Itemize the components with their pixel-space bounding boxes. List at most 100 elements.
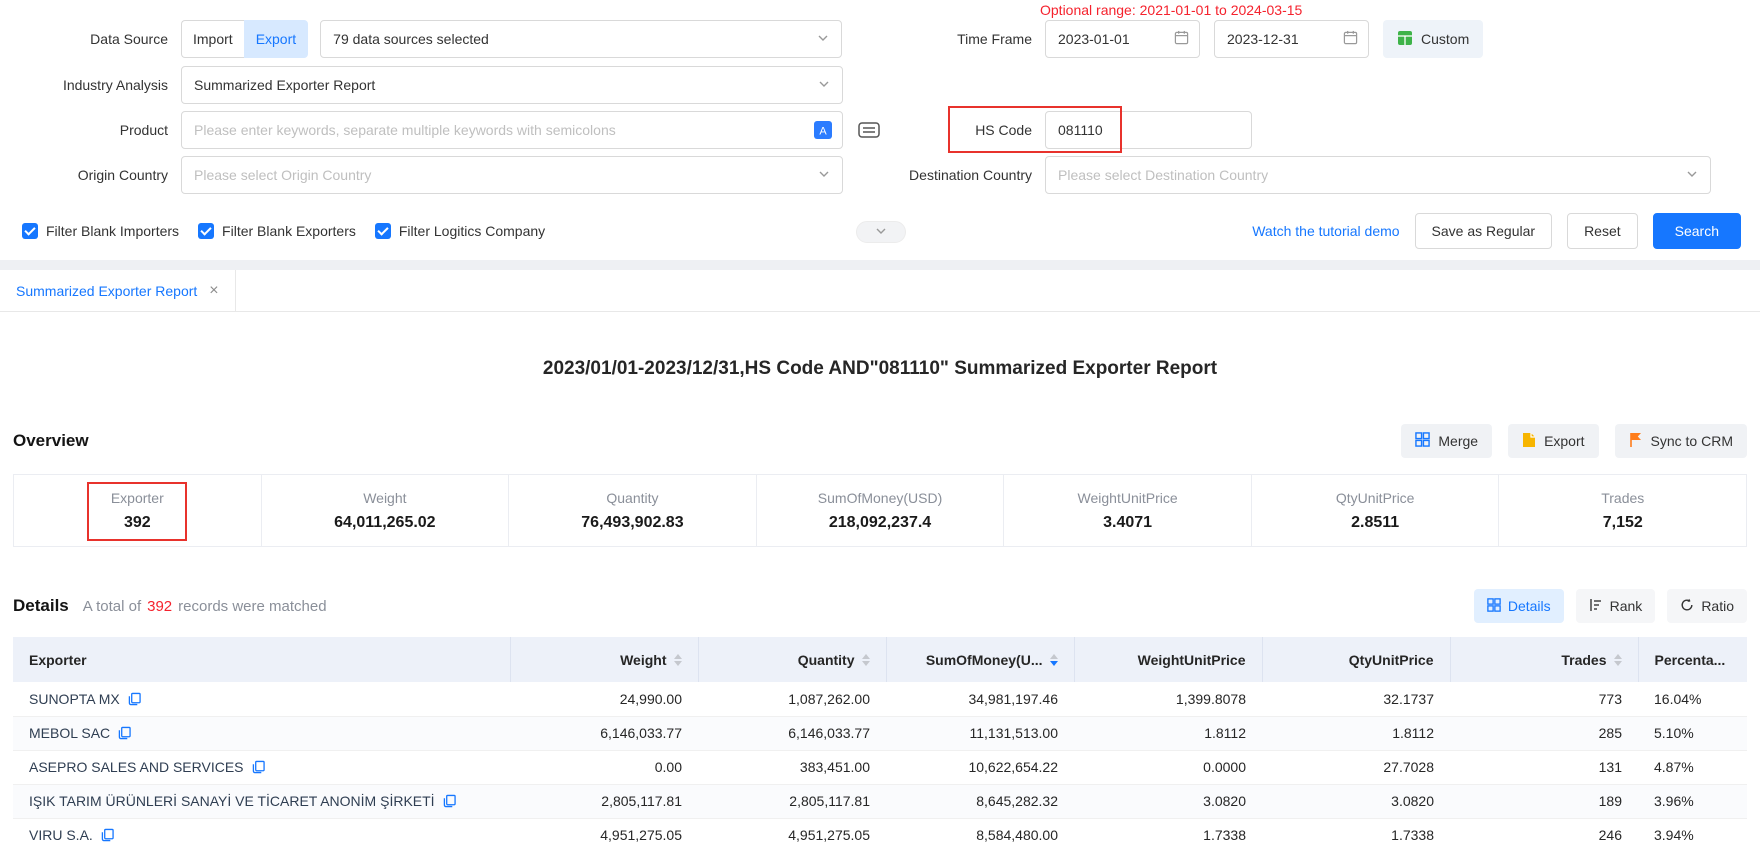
exporter-name-link[interactable]: MEBOL SAC <box>29 725 110 741</box>
col-header-qty-unit-price: QtyUnitPrice <box>1262 637 1450 682</box>
close-icon[interactable]: × <box>209 283 218 299</box>
cell-percentage: 3.94% <box>1638 818 1747 849</box>
checkbox-filter-blank-importers[interactable]: Filter Blank Importers <box>22 223 179 239</box>
cell-weight: 4,951,275.05 <box>510 818 698 849</box>
cell-weight-unit-price: 1.8112 <box>1074 716 1262 750</box>
start-date-input[interactable] <box>1045 20 1200 58</box>
copy-icon[interactable] <box>443 794 456 808</box>
sort-icon[interactable] <box>862 654 870 666</box>
copy-icon[interactable] <box>118 726 131 740</box>
cell-quantity: 1,087,262.00 <box>698 682 886 716</box>
copy-icon[interactable] <box>128 692 141 706</box>
table-header-row: Exporter Weight Quantity SumOfMoney(U... <box>13 637 1747 682</box>
product-input[interactable] <box>181 111 843 149</box>
optional-range-text: Optional range: 2021-01-01 to 2024-03-15 <box>1040 2 1302 18</box>
custom-range-button[interactable]: Custom <box>1383 20 1483 58</box>
table-row: ASEPRO SALES AND SERVICES 0.00 383,451.0… <box>13 750 1747 784</box>
cell-weight-unit-price: 0.0000 <box>1074 750 1262 784</box>
tutorial-demo-link[interactable]: Watch the tutorial demo <box>1252 223 1399 239</box>
destination-country-label: Destination Country <box>850 167 1045 183</box>
section-divider <box>0 260 1760 270</box>
col-header-weight[interactable]: Weight <box>510 637 698 682</box>
overview-actions: Merge Export Sync to CRM <box>1401 424 1747 458</box>
cell-sum-of-money: 8,645,282.32 <box>886 784 1074 818</box>
filter-panel: Optional range: 2021-01-01 to 2024-03-15… <box>0 0 1760 260</box>
cell-weight-unit-price: 1,399.8078 <box>1074 682 1262 716</box>
view-rank-button[interactable]: Rank <box>1576 589 1656 623</box>
details-table: Exporter Weight Quantity SumOfMoney(U... <box>13 637 1747 849</box>
cell-weight: 2,805,117.81 <box>510 784 698 818</box>
copy-icon[interactable] <box>101 828 114 842</box>
reset-button[interactable]: Reset <box>1567 213 1638 249</box>
col-header-sum-of-money[interactable]: SumOfMoney(U... <box>886 637 1074 682</box>
col-header-trades[interactable]: Trades <box>1450 637 1638 682</box>
exporter-name-link[interactable]: SUNOPTA MX <box>29 691 120 707</box>
details-view-icon <box>1487 598 1501 615</box>
calendar-icon <box>1174 30 1189 48</box>
cell-trades: 285 <box>1450 716 1638 750</box>
view-ratio-button[interactable]: Ratio <box>1667 589 1747 623</box>
industry-analysis-row: Industry Analysis Summarized Exporter Re… <box>0 66 843 104</box>
cell-weight: 6,146,033.77 <box>510 716 698 750</box>
cell-sum-of-money: 11,131,513.00 <box>886 716 1074 750</box>
cell-trades: 246 <box>1450 818 1638 849</box>
sort-icon[interactable] <box>674 654 682 666</box>
hs-code-group: HS Code <box>850 111 1252 149</box>
industry-analysis-label: Industry Analysis <box>0 77 181 93</box>
cell-weight: 0.00 <box>510 750 698 784</box>
start-date-value[interactable] <box>1058 31 1174 47</box>
export-button[interactable]: Export <box>1508 424 1598 458</box>
end-date-input[interactable] <box>1214 20 1369 58</box>
table-row: MEBOL SAC 6,146,033.77 6,146,033.77 11,1… <box>13 716 1747 750</box>
table-row: SUNOPTA MX 24,990.00 1,087,262.00 34,981… <box>13 682 1747 716</box>
cell-percentage: 4.87% <box>1638 750 1747 784</box>
cell-qty-unit-price: 32.1737 <box>1262 682 1450 716</box>
data-source-toggle: Import Export <box>181 20 308 58</box>
search-button[interactable]: Search <box>1653 213 1741 249</box>
chevron-down-icon <box>817 31 829 47</box>
cell-quantity: 383,451.00 <box>698 750 886 784</box>
stat-quantity: Quantity 76,493,902.83 <box>509 475 757 546</box>
merge-button[interactable]: Merge <box>1401 424 1492 458</box>
checkbox-filter-blank-exporters[interactable]: Filter Blank Exporters <box>198 223 356 239</box>
cell-trades: 189 <box>1450 784 1638 818</box>
export-toggle-button[interactable]: Export <box>244 20 308 58</box>
cell-percentage: 3.96% <box>1638 784 1747 818</box>
data-source-select[interactable]: 79 data sources selected <box>320 20 842 58</box>
industry-analysis-select[interactable]: Summarized Exporter Report <box>181 66 843 104</box>
sync-crm-icon <box>1629 432 1643 451</box>
exporter-name-link[interactable]: IŞIK TARIM ÜRÜNLERİ SANAYİ VE TİCARET AN… <box>29 793 435 809</box>
save-as-regular-button[interactable]: Save as Regular <box>1415 213 1553 249</box>
import-toggle-button[interactable]: Import <box>181 20 244 58</box>
details-header: Details A total of 392 records were matc… <box>13 589 1747 623</box>
sync-to-crm-button[interactable]: Sync to CRM <box>1615 424 1747 458</box>
expand-filters-button[interactable] <box>856 221 906 243</box>
translate-icon[interactable]: A <box>813 120 833 140</box>
cell-sum-of-money: 8,584,480.00 <box>886 818 1074 849</box>
origin-country-select[interactable]: Please select Origin Country <box>181 156 843 194</box>
matched-count: 392 <box>147 598 172 615</box>
destination-country-select[interactable]: Please select Destination Country <box>1045 156 1711 194</box>
col-header-weight-unit-price: WeightUnitPrice <box>1074 637 1262 682</box>
sort-icon[interactable] <box>1614 654 1622 666</box>
data-source-row: Data Source Import Export 79 data source… <box>0 20 842 58</box>
stat-qty-unit-price: QtyUnitPrice 2.8511 <box>1252 475 1500 546</box>
copy-icon[interactable] <box>252 760 265 774</box>
origin-country-label: Origin Country <box>0 167 181 183</box>
exporter-name-link[interactable]: VIRU S.A. <box>29 827 93 843</box>
sort-icon[interactable] <box>1050 654 1058 666</box>
overview-stats-panel: Exporter 392 Weight 64,011,265.02 Quanti… <box>13 474 1747 547</box>
hs-code-input[interactable] <box>1045 111 1252 149</box>
stat-trades: Trades 7,152 <box>1499 475 1746 546</box>
product-row: Product A <box>0 111 885 149</box>
col-header-quantity[interactable]: Quantity <box>698 637 886 682</box>
end-date-value[interactable] <box>1227 31 1343 47</box>
view-details-button[interactable]: Details <box>1474 589 1564 623</box>
exporter-name-link[interactable]: ASEPRO SALES AND SERVICES <box>29 759 244 775</box>
checkbox-filter-logistics-company[interactable]: Filter Logitics Company <box>375 223 545 239</box>
chevron-down-icon <box>1686 167 1698 183</box>
cell-qty-unit-price: 27.7028 <box>1262 750 1450 784</box>
checkbox-check-icon <box>198 223 214 239</box>
stat-sum-of-money: SumOfMoney(USD) 218,092,237.4 <box>757 475 1005 546</box>
tab-summarized-exporter-report[interactable]: Summarized Exporter Report × <box>0 270 236 311</box>
